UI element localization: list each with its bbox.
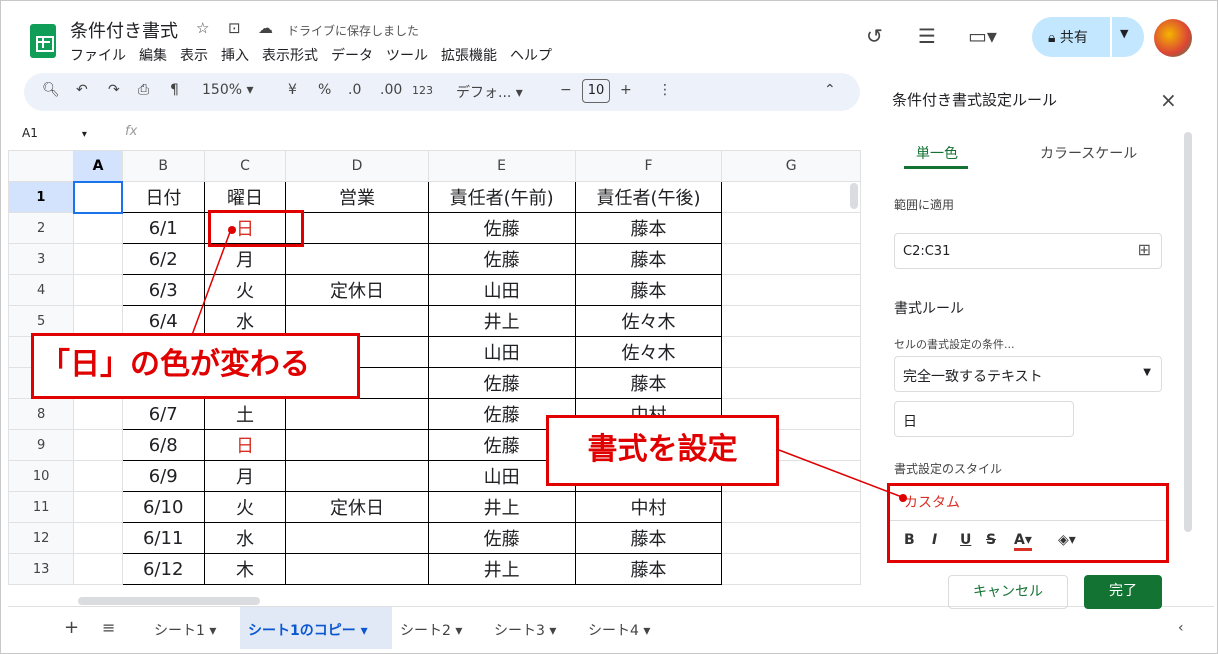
callout-dot-1 bbox=[228, 226, 236, 234]
callout-line-1 bbox=[191, 231, 231, 336]
callout-line-2 bbox=[778, 449, 903, 498]
callout-color-changes: 「日」の色が変わる bbox=[31, 333, 360, 399]
callout-set-format: 書式を設定 bbox=[546, 415, 779, 486]
highlight-box bbox=[208, 210, 304, 247]
callout-dot-2 bbox=[899, 494, 907, 502]
annotation-lines bbox=[191, 231, 903, 498]
